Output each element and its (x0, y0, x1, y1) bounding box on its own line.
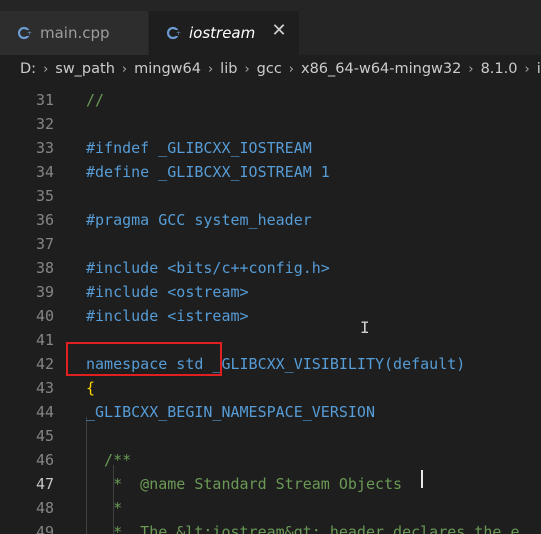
svg-text:+: + (27, 30, 32, 37)
breadcrumb-item[interactable]: D: (20, 61, 36, 77)
code-line: 31 // (0, 88, 541, 112)
line-text: #include <ostream> (86, 283, 249, 301)
line-number: 48 (35, 499, 54, 517)
line-text: // (86, 91, 105, 109)
close-icon[interactable]: ✕ (271, 22, 287, 40)
code-line: 35 (0, 184, 541, 208)
code-line: 36 #pragma GCC system_header (0, 208, 541, 232)
code-line: 33 #ifndef _GLIBCXX_IOSTREAM (0, 136, 541, 160)
code-line: 44 _GLIBCXX_BEGIN_NAMESPACE_VERSION (0, 400, 541, 424)
line-number: 40 (35, 307, 54, 325)
breadcrumb-item[interactable]: gcc (257, 61, 282, 77)
line-text: _GLIBCXX_BEGIN_NAMESPACE_VERSION (86, 403, 375, 421)
line-text: #pragma GCC system_header (86, 211, 312, 229)
ibeam-cursor-icon: I (360, 318, 370, 337)
line-number: 47 (35, 475, 54, 493)
code-editor[interactable]: 31 // 32 33 #ifndef _GLIBCXX_IOSTREAM 34 #d… (0, 83, 541, 534)
svg-text:+: + (176, 30, 181, 37)
chevron-right-icon: › (207, 61, 214, 77)
line-number: 35 (35, 187, 54, 205)
code-line: 37 (0, 232, 541, 256)
tab-bar: + main.cpp + iostream ✕ (0, 0, 541, 55)
cpp-file-icon: + (17, 26, 32, 40)
code-line: 40 #include <istream> (0, 304, 541, 328)
line-number: 36 (35, 211, 54, 229)
tab-main-cpp[interactable]: + main.cpp (0, 11, 148, 55)
line-text: #include <istream> (86, 307, 249, 325)
cpp-file-icon: + (166, 26, 181, 40)
line-text: #ifndef _GLIBCXX_IOSTREAM (86, 139, 312, 157)
breadcrumb-item[interactable]: in (537, 61, 541, 77)
line-text: * The &lt;iostream&gt; header declares t… (86, 523, 520, 534)
tab-label: iostream (189, 24, 256, 42)
breadcrumb-item[interactable]: lib (220, 61, 237, 77)
breadcrumb-item[interactable]: sw_path (55, 61, 115, 77)
breadcrumb-item[interactable]: mingw64 (134, 61, 201, 77)
code-line: 49 * The &lt;iostream&gt; header declare… (0, 520, 541, 534)
breadcrumb: D: › sw_path › mingw64 › lib › gcc › x86_64-w… (0, 55, 541, 83)
line-number: 38 (35, 259, 54, 277)
chevron-right-icon: › (524, 61, 530, 77)
line-number: 46 (35, 451, 54, 469)
text-cursor (421, 470, 423, 488)
line-text: * (86, 499, 123, 517)
line-number: 31 (35, 91, 54, 109)
chevron-right-icon: › (121, 61, 128, 77)
code-line: 47 * @name Standard Stream Objects (0, 472, 541, 496)
breadcrumb-item[interactable]: 8.1.0 (481, 61, 518, 77)
code-line: 38 #include <bits/c++config.h> (0, 256, 541, 280)
line-number: 33 (35, 139, 54, 157)
line-number: 32 (35, 115, 54, 133)
line-text: * @name Standard Stream Objects (86, 475, 403, 493)
line-text: { (86, 379, 96, 397)
chevron-right-icon: › (244, 61, 250, 77)
highlight-box (66, 342, 222, 376)
code-line: 34 #define _GLIBCXX_IOSTREAM 1 (0, 160, 541, 184)
line-number: 41 (35, 331, 54, 349)
code-line: 43 { (0, 376, 541, 400)
code-line: 39 #include <ostream> (0, 280, 541, 304)
tab-iostream[interactable]: + iostream ✕ (149, 11, 299, 55)
chevron-right-icon: › (288, 61, 294, 77)
chevron-right-icon: › (43, 61, 49, 77)
code-line: 32 (0, 112, 541, 136)
code-line: 46 /** (0, 448, 541, 472)
line-number: 43 (35, 379, 54, 397)
line-text: /** (86, 451, 132, 469)
breadcrumb-item[interactable]: x86_64-w64-mingw32 (301, 61, 461, 77)
chevron-right-icon: › (468, 61, 474, 77)
line-number: 34 (35, 163, 54, 181)
line-number: 42 (35, 355, 54, 373)
line-text: #include <bits/c++config.h> (86, 259, 330, 277)
line-number: 44 (35, 403, 54, 421)
code-line: 45 (0, 424, 541, 448)
line-number: 37 (35, 235, 54, 253)
line-number: 45 (35, 427, 54, 445)
line-text: #define _GLIBCXX_IOSTREAM 1 (86, 163, 330, 181)
line-number: 39 (35, 283, 54, 301)
line-number: 49 (35, 523, 54, 534)
tab-label: main.cpp (40, 24, 110, 42)
code-line: 48 * (0, 496, 541, 520)
